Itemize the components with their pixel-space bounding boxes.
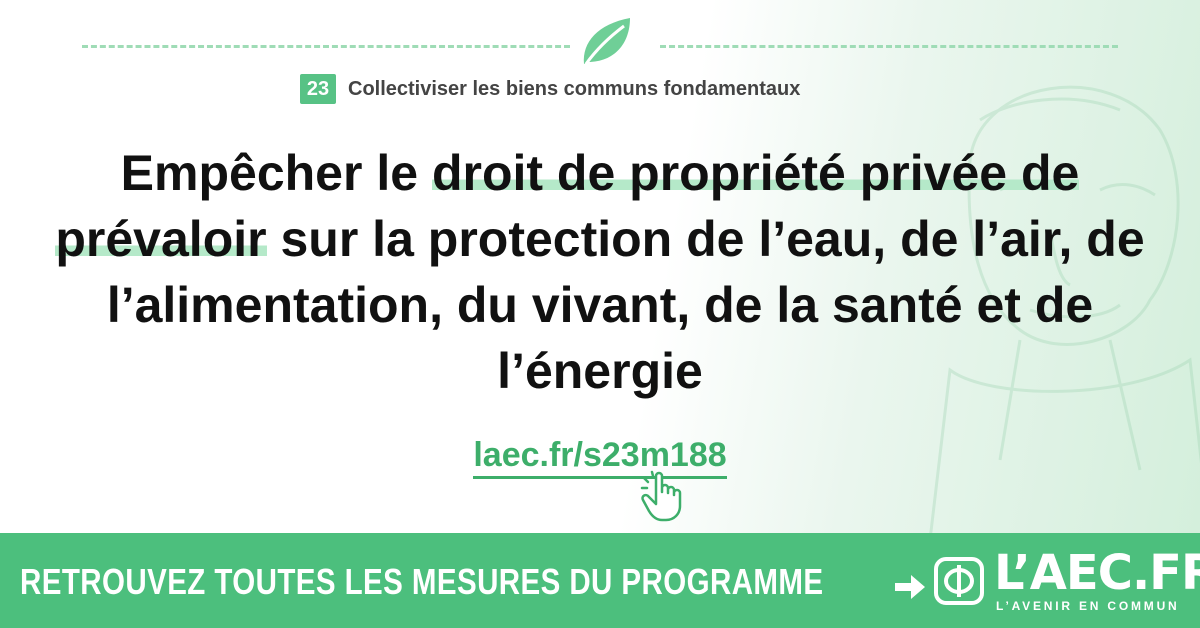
short-link[interactable]: laec.fr/s23m188	[473, 436, 727, 479]
headline-highlight-2: prévaloir	[55, 211, 267, 267]
logo-subtitle: L’AVENIR EN COMMUN	[996, 599, 1180, 613]
top-dashed-divider-right	[660, 45, 1118, 48]
measure-header: 23 Collectiviser les biens communs fonda…	[300, 74, 800, 104]
measure-number-badge: 23	[300, 74, 336, 104]
headline-text-1: Empêcher le	[120, 145, 432, 201]
arrow-right-icon	[895, 575, 925, 599]
short-link-container: laec.fr/s23m188	[0, 436, 1200, 479]
footer-banner[interactable]: RETROUVEZ TOUTES LES MESURES DU PROGRAMM…	[0, 533, 1200, 628]
leaf-icon	[583, 18, 630, 65]
headline-highlight-1: droit de propriété privée de	[431, 145, 1080, 201]
phi-logo-icon	[934, 557, 984, 605]
pointer-hand-icon	[640, 470, 682, 522]
logo-text: L’AEC.FR	[994, 545, 1200, 601]
top-dashed-divider-left	[82, 45, 570, 48]
footer-cta-text: RETROUVEZ TOUTES LES MESURES DU PROGRAMM…	[20, 561, 824, 602]
headline: Empêcher le droit de propriété privée de…	[40, 140, 1160, 404]
measure-category: Collectiviser les biens communs fondamen…	[348, 77, 801, 100]
card: 23 Collectiviser les biens communs fonda…	[0, 0, 1200, 533]
